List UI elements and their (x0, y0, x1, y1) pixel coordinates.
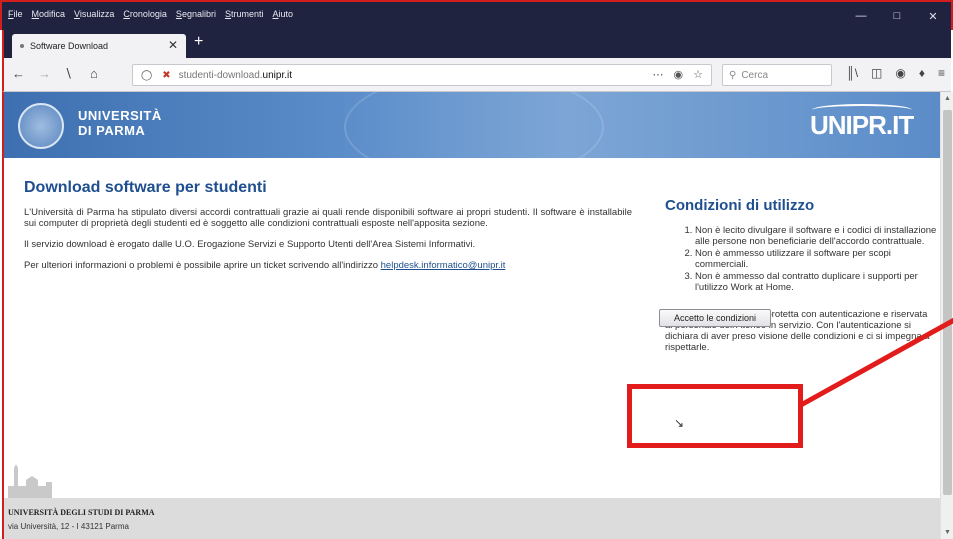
unipr-logo[interactable]: UNIPR.IT (806, 104, 924, 146)
university-seal-icon[interactable] (18, 103, 64, 149)
scroll-up-icon[interactable]: ▲ (944, 95, 951, 102)
new-tab-icon[interactable]: + (194, 33, 203, 51)
footer-address: via Università, 12 - I 43121 Parma (8, 522, 129, 531)
bookmark-star-icon[interactable]: ☆ (693, 68, 703, 81)
mouse-cursor-icon: ↘ (674, 416, 685, 430)
forward-icon[interactable]: → (38, 66, 51, 81)
footer-institution: UNIVERSITÀ DEGLI STUDI DI PARMA (8, 508, 155, 517)
university-name[interactable]: UNIVERSITÀ DI PARMA (78, 108, 162, 138)
address-bar[interactable]: ◯ ✖ studenti-download.unipr.it ⋯ ◉ ☆ (132, 64, 712, 86)
tab-software-download[interactable]: Software Download ✕ (12, 34, 186, 58)
back-icon[interactable]: ← (12, 66, 25, 81)
sidebar-icon[interactable]: ◫ (871, 66, 882, 80)
browser-titlebar: File Modifica Visualizza Cronologia Segn… (0, 0, 953, 30)
menu-hamburger-icon[interactable]: ≡ (938, 66, 945, 80)
contact-paragraph: Per ulteriori informazioni o problemi è … (24, 260, 506, 271)
menu-visualizza[interactable]: Visualizza (74, 9, 114, 19)
helpdesk-email-link[interactable]: helpdesk.informatico@unipr.it (381, 260, 506, 271)
service-paragraph: Il servizio download è erogato dalle U.O… (24, 239, 476, 250)
tab-strip: Software Download ✕ + (2, 30, 951, 58)
minimize-icon[interactable]: — (843, 2, 879, 30)
banner-watermark (344, 92, 604, 182)
scroll-down-icon[interactable]: ▼ (944, 529, 951, 536)
annotation-highlight-box (627, 384, 803, 448)
main-content: Download software per studenti L'Univers… (24, 179, 632, 281)
menu-bar: File Modifica Visualizza Cronologia Segn… (8, 9, 293, 19)
header-banner: UNIVERSITÀ DI PARMA UNIPR.IT (4, 92, 940, 182)
navigation-bar: ← → ∖ ⌂ ◯ ✖ studenti-download.unipr.it ⋯… (2, 58, 951, 92)
address-bar-actions: ⋯ ◉ ☆ (653, 68, 703, 81)
conditions-list: Non è lecito divulgare il software e i c… (665, 225, 937, 293)
conditions-title: Condizioni di utilizzo (665, 197, 815, 214)
scrollbar-thumb[interactable] (943, 110, 952, 495)
menu-cronologia[interactable]: Cronologia (123, 9, 167, 19)
menu-modifica[interactable]: Modifica (32, 9, 66, 19)
extension-icon[interactable]: ♦ (919, 66, 925, 80)
footer: UNIVERSITÀ DEGLI STUDI DI PARMA via Univ… (4, 498, 940, 539)
conditions-panel: Condizioni di utilizzo Non è lecito divu… (665, 197, 937, 353)
search-placeholder: Cerca (741, 69, 769, 81)
menu-file[interactable]: File (8, 9, 23, 19)
reload-icon[interactable]: ∖ (64, 66, 72, 82)
url-text: studenti-download.unipr.it (178, 69, 293, 81)
pocket-icon[interactable]: ◉ (674, 68, 684, 81)
menu-aiuto[interactable]: Aiuto (273, 9, 294, 19)
web-page: UNIVERSITÀ DI PARMA UNIPR.IT Download so… (2, 92, 940, 539)
close-tab-icon[interactable]: ✕ (168, 38, 178, 52)
account-icon[interactable]: ◉ (895, 66, 905, 80)
shield-icon[interactable]: ◯ (141, 70, 152, 81)
page-actions-icon[interactable]: ⋯ (653, 68, 664, 81)
accept-conditions-button[interactable]: Accetto le condizioni (659, 309, 771, 327)
search-icon: ⚲ (729, 69, 737, 81)
library-icon[interactable]: ║\ (846, 66, 858, 80)
insecure-lock-icon[interactable]: ✖ (162, 70, 170, 81)
home-icon[interactable]: ⌂ (90, 66, 98, 81)
maximize-icon[interactable]: □ (879, 2, 915, 30)
search-input[interactable]: ⚲ Cerca (722, 64, 832, 86)
condition-item: Non è lecito divulgare il software e i c… (695, 225, 937, 247)
tab-title: Software Download (30, 41, 109, 51)
page-title: Download software per studenti (24, 179, 267, 196)
toolbar-icons: ║\ ◫ ◉ ♦ ≡ (846, 66, 945, 80)
tab-favicon-icon (20, 44, 24, 48)
parma-skyline-icon (8, 464, 52, 498)
condition-item: Non è ammesso utilizzare il software per… (695, 248, 937, 270)
menu-strumenti[interactable]: Strumenti (225, 9, 264, 19)
page-scrollbar[interactable]: ▲ ▼ (940, 92, 953, 539)
window-controls: — □ ✕ (843, 2, 951, 30)
close-window-icon[interactable]: ✕ (915, 2, 951, 30)
condition-item: Non è ammesso dal contratto duplicare i … (695, 271, 937, 293)
menu-segnalibri[interactable]: Segnalibri (176, 9, 216, 19)
intro-paragraph: L'Università di Parma ha stipulato diver… (24, 207, 632, 229)
